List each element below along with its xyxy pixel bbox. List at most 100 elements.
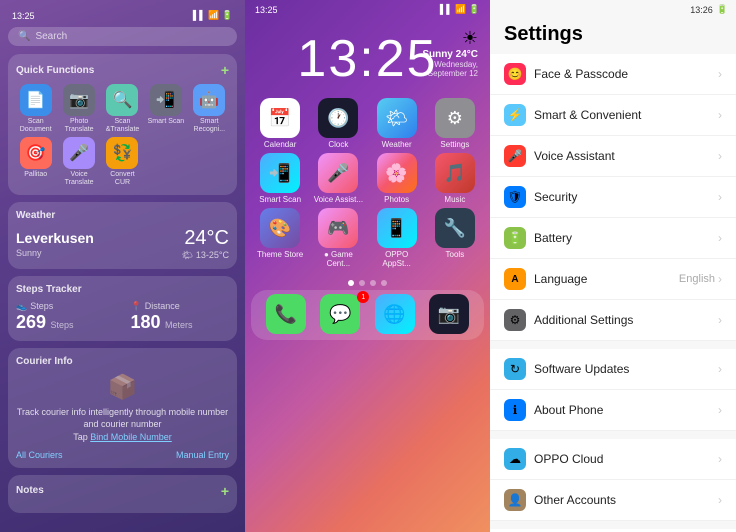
settings-item-software-updates[interactable]: ↻ Software Updates › bbox=[490, 349, 736, 390]
distance-icon: 📍 bbox=[131, 301, 142, 312]
face-passcode-icon: 😊 bbox=[504, 63, 526, 85]
app-music[interactable]: 🎵 Music bbox=[429, 153, 481, 204]
settings-item-face-passcode[interactable]: 😊 Face & Passcode › bbox=[490, 54, 736, 95]
app-calendar[interactable]: 📅 Calendar bbox=[254, 98, 306, 149]
chevron-icon: › bbox=[718, 67, 722, 81]
list-item[interactable]: 📄 Scan Document bbox=[16, 84, 55, 133]
chevron-icon: › bbox=[718, 190, 722, 204]
game-center-icon: 🎮 bbox=[318, 208, 358, 248]
dot-2 bbox=[359, 280, 365, 286]
app-game-center[interactable]: 🎮 ● Game Cent... bbox=[312, 208, 364, 268]
weather-condition: Sunny bbox=[16, 248, 94, 258]
dock-camera[interactable]: 📷 bbox=[423, 294, 475, 336]
chevron-icon: › bbox=[718, 362, 722, 376]
settings-item-smart-convenient[interactable]: ⚡ Smart & Convenient › bbox=[490, 95, 736, 136]
page-dot-indicators bbox=[245, 280, 490, 286]
distance-label: 📍 Distance bbox=[131, 301, 230, 312]
steps-unit: Steps bbox=[51, 320, 74, 330]
other-accounts-label: Other Accounts bbox=[534, 493, 616, 507]
list-item[interactable]: 📲 Smart Scan bbox=[146, 84, 185, 133]
app-clock[interactable]: 🕐 Clock bbox=[312, 98, 364, 149]
list-item[interactable]: 📷 Photo Translate bbox=[59, 84, 98, 133]
list-item[interactable]: 💱 Convert CUR bbox=[103, 137, 142, 186]
weather-city: Leverkusen bbox=[16, 230, 94, 246]
chevron-icon: › bbox=[718, 493, 722, 507]
settings-item-additional-settings[interactable]: ⚙ Additional Settings › bbox=[490, 300, 736, 341]
status-bar-right: 13:26 🔋 bbox=[490, 0, 736, 19]
chevron-icon: › bbox=[718, 231, 722, 245]
bind-mobile-link[interactable]: Bind Mobile Number bbox=[90, 432, 172, 442]
voice-assistant-icon: 🎤 bbox=[504, 145, 526, 167]
status-icons-mid: ▌▌ 📶 🔋 bbox=[440, 4, 480, 15]
battery-label: Battery bbox=[534, 231, 572, 245]
app-settings[interactable]: ⚙ Settings bbox=[429, 98, 481, 149]
about-phone-label: About Phone bbox=[534, 403, 603, 417]
app-photos[interactable]: 🌸 Photos bbox=[371, 153, 423, 204]
manual-entry-button[interactable]: Manual Entry bbox=[176, 450, 229, 460]
voice-assist-icon: 🎤 bbox=[318, 153, 358, 193]
app-voice-assist[interactable]: 🎤 Voice Assist... bbox=[312, 153, 364, 204]
steps-label: 👟 Steps bbox=[16, 301, 115, 312]
quick-icon-scan-translate: 🔍 bbox=[106, 84, 138, 116]
oppo-cloud-label: OPPO Cloud bbox=[534, 452, 603, 466]
settings-item-security[interactable]: 🛡 Security › bbox=[490, 177, 736, 218]
camera-icon: 📷 bbox=[429, 294, 469, 334]
list-item[interactable]: 🔍 Scan &Translate bbox=[103, 84, 142, 133]
weather-widget-mid: ☀ Sunny 24°C Wednesday, September 12 bbox=[422, 28, 478, 78]
all-couriers-button[interactable]: All Couriers bbox=[16, 450, 63, 460]
app-smart-scan[interactable]: 📲 Smart Scan bbox=[254, 153, 306, 204]
settings-item-other-accounts[interactable]: 👤 Other Accounts › bbox=[490, 480, 736, 521]
language-value: English bbox=[679, 273, 715, 285]
list-item[interactable]: 🎯 Pallitao bbox=[16, 137, 55, 186]
quick-functions-add[interactable]: + bbox=[221, 62, 229, 78]
settings-item-voice-assistant[interactable]: 🎤 Voice Assistant › bbox=[490, 136, 736, 177]
face-passcode-label: Face & Passcode bbox=[534, 67, 628, 81]
status-icons-left: ▌▌ 📶 🔋 bbox=[193, 10, 233, 21]
browser-icon: 🌐 bbox=[375, 294, 415, 334]
settings-item-oppo-cloud[interactable]: ☁ OPPO Cloud › bbox=[490, 439, 736, 480]
settings-title: Settings bbox=[490, 19, 736, 54]
dot-1 bbox=[348, 280, 354, 286]
home-screen-panel: 13:25 ▌▌ 📶 🔋 ☀ Sunny 24°C Wednesday, Sep… bbox=[245, 0, 490, 532]
dock-browser[interactable]: 🌐 bbox=[369, 294, 421, 336]
list-item[interactable]: 🤖 Smart Recogni... bbox=[190, 84, 229, 133]
status-time-mid: 13:25 bbox=[255, 5, 278, 15]
app-oppo-appstore[interactable]: 📱 OPPO AppSt... bbox=[371, 208, 423, 268]
dock-messages[interactable]: 💬 1 bbox=[314, 294, 366, 336]
settings-item-about-phone[interactable]: ℹ About Phone › bbox=[490, 390, 736, 431]
chevron-icon: › bbox=[718, 403, 722, 417]
chevron-icon: › bbox=[718, 313, 722, 327]
dock-phone[interactable]: 📞 bbox=[260, 294, 312, 336]
weather-day-mid: Wednesday, bbox=[422, 60, 478, 69]
quick-icons-grid: 📄 Scan Document 📷 Photo Translate 🔍 Scan… bbox=[16, 84, 229, 187]
app-theme-store[interactable]: 🎨 Theme Store bbox=[254, 208, 306, 268]
app-tools[interactable]: 🔧 Tools bbox=[429, 208, 481, 268]
quick-icon-scan-doc: 📄 bbox=[20, 84, 52, 116]
search-bar[interactable]: 🔍 Search bbox=[8, 27, 237, 46]
list-item[interactable]: 🎤 Voice Translate bbox=[59, 137, 98, 186]
security-label: Security bbox=[534, 190, 577, 204]
settings-item-battery[interactable]: 🔋 Battery › bbox=[490, 218, 736, 259]
app-row-1: 📅 Calendar 🕐 Clock 🌤 Weather ⚙ Settings bbox=[251, 98, 484, 149]
quick-icon-photo-translate: 📷 bbox=[63, 84, 95, 116]
smart-convenient-label: Smart & Convenient bbox=[534, 108, 641, 122]
notes-add-button[interactable]: + bbox=[221, 483, 229, 499]
quick-icon-smart-scan: 📲 bbox=[150, 84, 182, 116]
quick-functions-widget: Quick Functions + 📄 Scan Document 📷 Phot… bbox=[8, 54, 237, 195]
widget-title-steps: Steps Tracker bbox=[16, 284, 229, 295]
courier-buttons: All Couriers Manual Entry bbox=[16, 450, 229, 460]
oppo-cloud-icon: ☁ bbox=[504, 448, 526, 470]
software-updates-label: Software Updates bbox=[534, 362, 629, 376]
bottom-dock: 📞 💬 1 🌐 📷 bbox=[251, 290, 484, 340]
settings-item-language[interactable]: A Language English › bbox=[490, 259, 736, 300]
app-weather[interactable]: 🌤 Weather bbox=[371, 98, 423, 149]
language-icon: A bbox=[504, 268, 526, 290]
status-battery-right: 🔋 bbox=[717, 4, 728, 15]
weather-content: Leverkusen Sunny 24°C 🌤 13-25°C bbox=[16, 227, 229, 261]
widget-title-weather: Weather bbox=[16, 210, 229, 221]
dot-4 bbox=[381, 280, 387, 286]
widget-panel: 13:25 ▌▌ 📶 🔋 🔍 Search Quick Functions + … bbox=[0, 0, 245, 532]
courier-content: 📦 Track courier info intelligently throu… bbox=[16, 373, 229, 460]
oppo-appstore-icon: 📱 bbox=[377, 208, 417, 248]
software-updates-icon: ↻ bbox=[504, 358, 526, 380]
